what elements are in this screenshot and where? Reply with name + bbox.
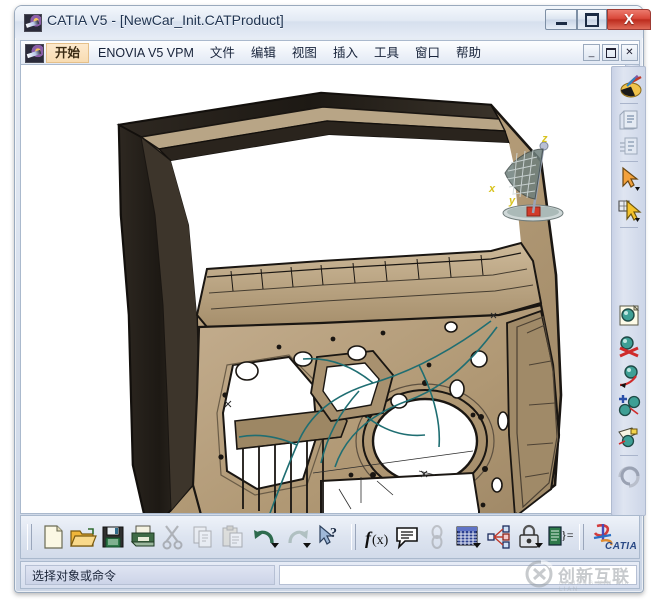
watermark: 创新互联 CHUANG XIN HU LIAN	[524, 558, 646, 598]
undo-arrow-icon[interactable]	[251, 523, 279, 551]
catia-icon	[24, 14, 42, 32]
chevron-down-icon[interactable]	[535, 543, 543, 548]
chevron-down-icon[interactable]	[303, 543, 311, 548]
catia-brand-logo: CATIA	[591, 521, 641, 555]
save-disk-icon[interactable]	[99, 523, 127, 551]
svg-text:(x): (x)	[372, 533, 389, 548]
mdi-minimize-button[interactable]: _	[583, 44, 600, 61]
toolbar-grip[interactable]	[351, 524, 356, 550]
copy-icon[interactable]	[189, 523, 217, 551]
menu-item-start[interactable]: 开始	[46, 43, 89, 63]
paste-icon[interactable]	[219, 523, 247, 551]
mdi-restore-button[interactable]	[602, 44, 619, 61]
close-icon: X	[624, 12, 634, 27]
chevron-down-icon[interactable]	[271, 543, 279, 548]
maximize-icon	[585, 13, 599, 27]
snapshot-icon[interactable]	[616, 302, 643, 329]
compass-label-z: z	[542, 133, 548, 145]
3d-viewport[interactable]: z x y z x y	[21, 65, 626, 513]
mdi-client-area: z x y z x y	[20, 64, 640, 514]
window-title: CATIA V5 - [NewCar_Init.CATProduct]	[47, 12, 284, 28]
hide-show-tree-icon[interactable]	[616, 133, 643, 160]
measure-object-icon[interactable]	[616, 422, 643, 449]
compass-label-x: x	[489, 183, 495, 195]
toolbar-separator	[620, 103, 638, 104]
hide-object-icon[interactable]	[616, 332, 643, 359]
menu-bar: 开始 ENOVIA V5 VPM 文件 编辑 视图 插入 工具 窗口 帮助 _ …	[20, 40, 640, 64]
svg-text:?: ?	[330, 526, 337, 541]
menu-item-tools[interactable]: 工具	[367, 43, 406, 63]
toolbar-grip[interactable]	[579, 524, 584, 550]
minimize-icon	[556, 22, 567, 25]
toolbar-separator	[620, 455, 638, 456]
menu-item-enovia[interactable]: ENOVIA V5 VPM	[91, 43, 201, 63]
svg-text:}=: }=	[561, 528, 573, 542]
mdi-minimize-icon: _	[589, 47, 595, 58]
menu-item-help[interactable]: 帮助	[449, 43, 488, 63]
chain-link-icon[interactable]	[423, 523, 451, 551]
mdi-restore-icon	[606, 48, 616, 58]
catia-document-icon[interactable]	[25, 44, 44, 63]
print-icon[interactable]	[129, 523, 157, 551]
maximize-button[interactable]	[577, 9, 607, 30]
toolbar-separator	[620, 161, 638, 162]
add-object-icon[interactable]	[616, 392, 643, 419]
toolbar-separator	[620, 227, 638, 228]
knowledge-rule-icon[interactable]: }=	[545, 523, 573, 551]
standard-toolbar: ? f (x)	[20, 515, 640, 559]
status-message: 选择对象或命令	[25, 565, 275, 585]
brand-name-catia: CATIA	[605, 541, 637, 552]
view-toolbar	[611, 66, 646, 516]
menu-item-edit[interactable]: 编辑	[244, 43, 283, 63]
minimize-button[interactable]	[545, 9, 577, 30]
paint-render-icon[interactable]	[616, 73, 643, 100]
menu-item-insert[interactable]: 插入	[326, 43, 365, 63]
mdi-close-button[interactable]: ✕	[621, 44, 638, 61]
menu-item-window[interactable]: 窗口	[408, 43, 447, 63]
application-window: CATIA V5 - [NewCar_Init.CATProduct] X 开始…	[14, 5, 644, 593]
circled-x-logo	[524, 558, 556, 590]
mdi-close-icon: ✕	[625, 47, 633, 58]
compass-label-y: y	[509, 195, 515, 207]
refresh-cycle-icon[interactable]	[616, 463, 643, 490]
menu-item-file[interactable]: 文件	[203, 43, 242, 63]
new-file-icon[interactable]	[39, 523, 67, 551]
swap-visible-space-icon[interactable]	[616, 362, 643, 389]
toolbar-grip[interactable]	[27, 524, 32, 550]
formula-fx-icon[interactable]: f (x)	[363, 523, 391, 551]
watermark-subtext: CHUANG XIN HU LIAN	[559, 581, 646, 593]
cut-scissors-icon[interactable]	[159, 523, 187, 551]
menu-item-view[interactable]: 视图	[285, 43, 324, 63]
open-folder-icon[interactable]	[69, 523, 97, 551]
whats-this-help-icon[interactable]: ?	[315, 523, 343, 551]
select-arrow-icon[interactable]	[616, 165, 643, 192]
document-tree-icon[interactable]	[616, 107, 643, 134]
redo-arrow-icon[interactable]	[283, 523, 311, 551]
menu-item-list: 开始 ENOVIA V5 VPM 文件 编辑 视图 插入 工具 窗口 帮助	[46, 41, 490, 65]
graph-network-icon[interactable]	[485, 523, 513, 551]
chevron-down-icon[interactable]	[473, 543, 481, 548]
pan-select-icon[interactable]	[616, 195, 643, 222]
lock-icon[interactable]	[515, 523, 543, 551]
grid-table-icon[interactable]	[453, 523, 481, 551]
title-bar[interactable]: CATIA V5 - [NewCar_Init.CATProduct] X	[15, 6, 643, 38]
close-button[interactable]: X	[607, 9, 651, 30]
compass-widget[interactable]: z x y	[487, 133, 577, 225]
comment-bubble-icon[interactable]	[393, 523, 421, 551]
